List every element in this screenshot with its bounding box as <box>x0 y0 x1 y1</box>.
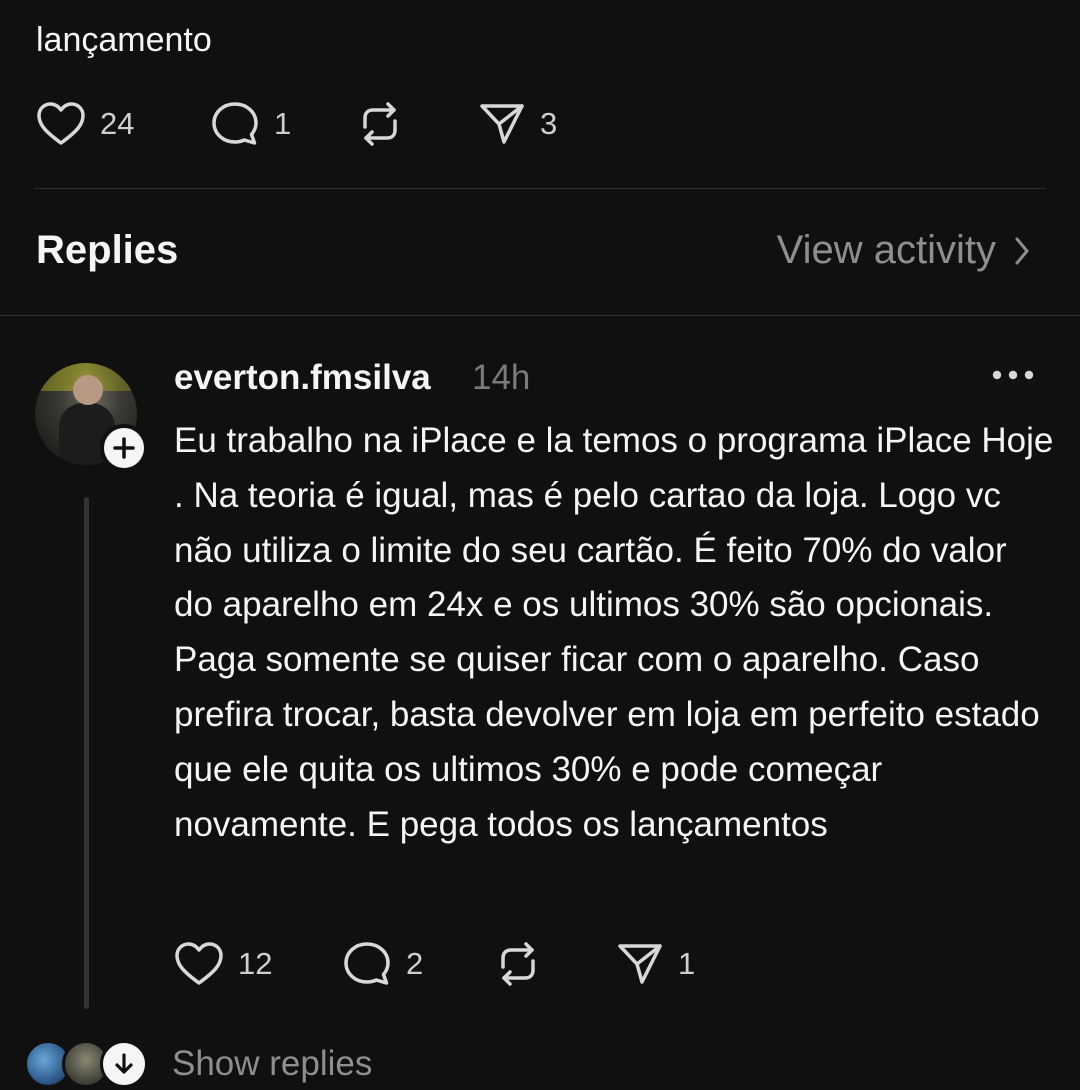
more-options-button[interactable] <box>992 368 1034 387</box>
more-dots-icon <box>992 370 1034 380</box>
heart-icon <box>37 102 85 145</box>
post-like-button[interactable]: 24 <box>36 101 210 147</box>
reply-share-count: 1 <box>678 946 696 981</box>
view-activity-link[interactable]: View activity <box>777 228 1030 273</box>
post-share-count: 3 <box>540 106 558 141</box>
post-text-tail: lançamento <box>36 21 212 59</box>
repost-icon <box>501 942 535 986</box>
reply-share-button[interactable]: 1 <box>616 941 695 987</box>
thread-line <box>84 497 89 1009</box>
post-repost-button[interactable] <box>356 100 478 148</box>
post-like-count: 24 <box>100 106 135 141</box>
follow-button[interactable] <box>100 424 148 472</box>
reply-comment-count: 2 <box>406 946 424 981</box>
replier-avatars[interactable] <box>24 1040 148 1090</box>
replies-heading: Replies <box>36 228 179 272</box>
chevron-right-icon <box>1015 237 1029 264</box>
reply-username[interactable]: everton.fmsilva <box>174 358 431 398</box>
view-activity-label: View activity <box>776 228 996 272</box>
send-icon <box>618 944 662 984</box>
reply-timestamp: 14h <box>472 358 531 397</box>
comment-bubble-icon <box>344 942 390 985</box>
post-divider <box>34 188 1046 189</box>
repost-icon <box>363 102 397 146</box>
post-comment-button[interactable]: 1 <box>210 100 356 148</box>
heart-icon <box>175 942 223 985</box>
replies-divider <box>0 315 1080 316</box>
reply-like-button[interactable]: 12 <box>174 941 342 987</box>
post-share-button[interactable]: 3 <box>478 101 557 147</box>
reply-actions: 12 2 1 <box>174 940 695 988</box>
post-actions: 24 1 3 <box>36 100 557 148</box>
reply-comment-button[interactable]: 2 <box>342 940 494 988</box>
plus-icon <box>113 437 135 459</box>
reply-repost-button[interactable] <box>494 940 616 988</box>
post-comment-count: 1 <box>274 106 292 141</box>
reply-like-count: 12 <box>238 946 273 981</box>
expand-replies-badge[interactable] <box>100 1040 148 1088</box>
show-replies-link[interactable]: Show replies <box>172 1044 372 1084</box>
reply-text: Eu trabalho na iPlace e la temos o progr… <box>174 421 1054 844</box>
arrow-down-icon <box>115 1053 133 1074</box>
comment-bubble-icon <box>212 102 258 145</box>
send-icon <box>480 104 524 144</box>
